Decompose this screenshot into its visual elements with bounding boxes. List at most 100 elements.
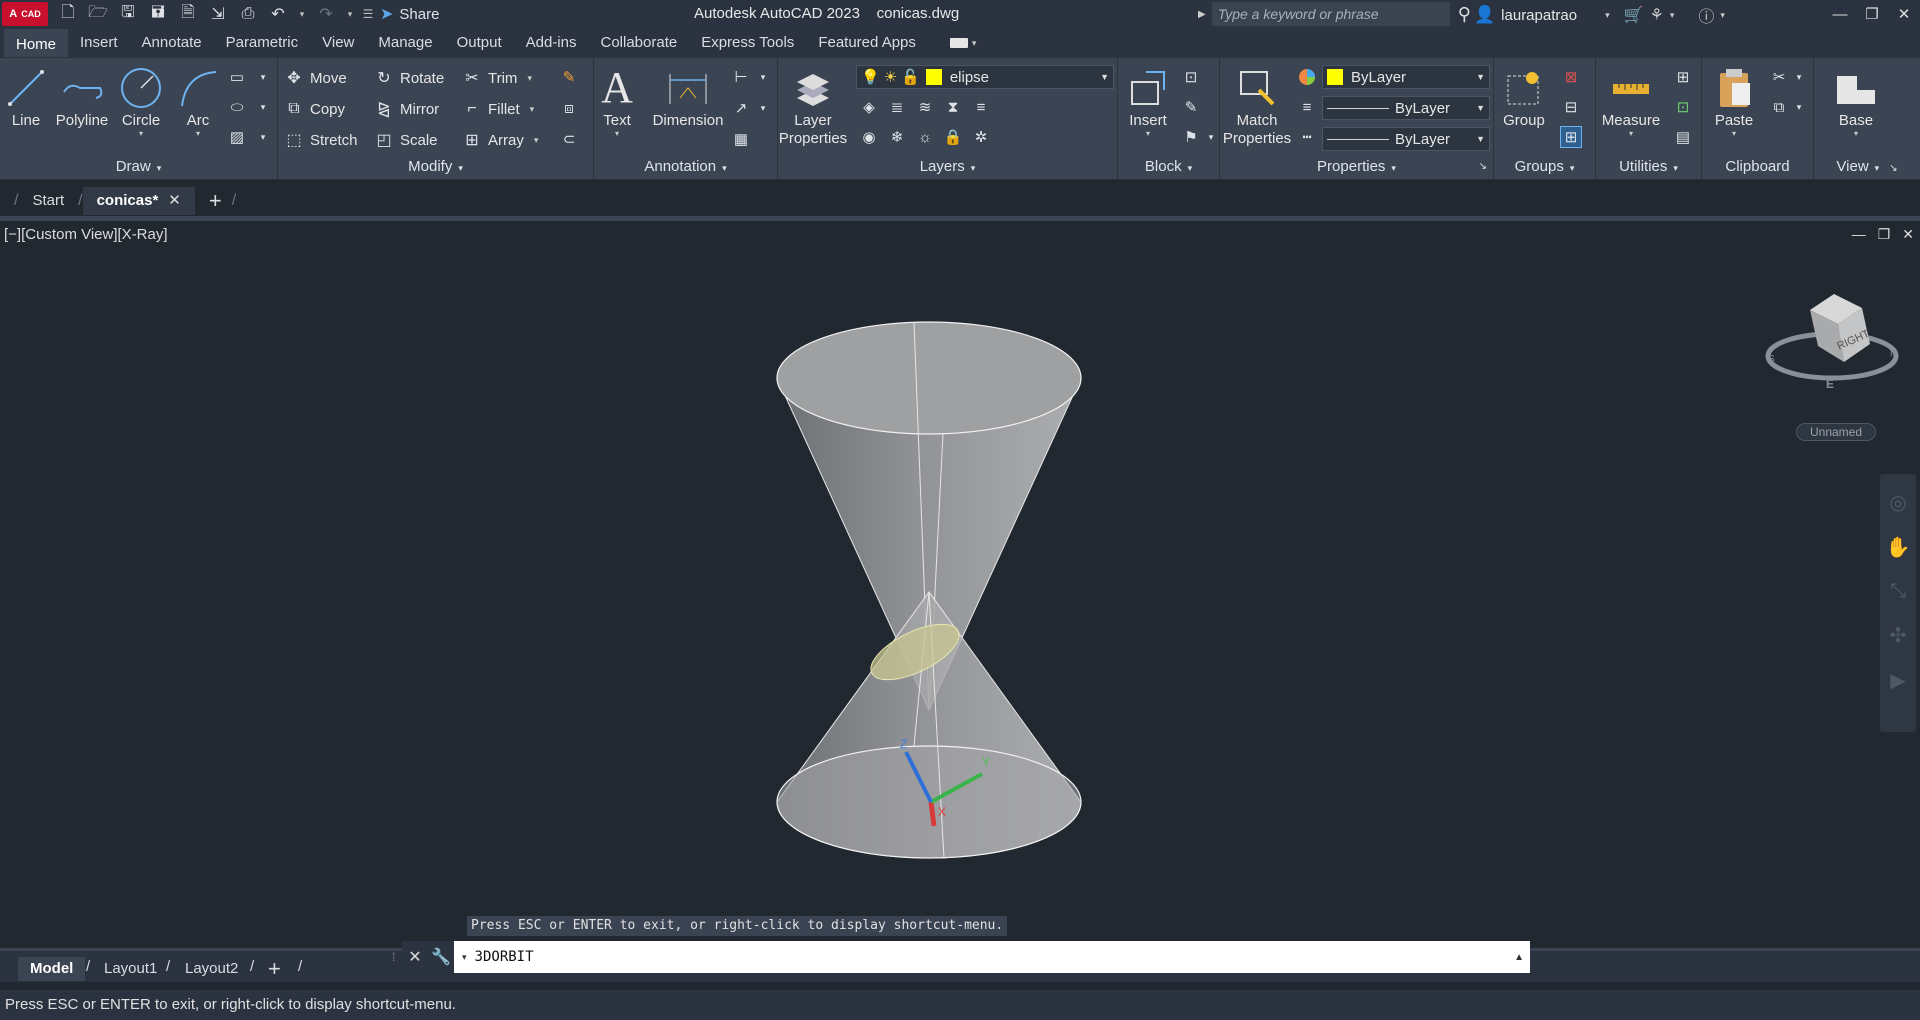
edit-attributes-icon[interactable]: ⚑ <box>1180 126 1202 148</box>
utilities-panel-title[interactable]: Utilities ▾ <box>1596 156 1701 178</box>
close-icon[interactable]: ✕ <box>1888 0 1920 28</box>
viewcube[interactable]: RIGHT S N E <box>1762 290 1902 400</box>
offset-icon[interactable]: ⊂ <box>558 128 580 150</box>
annotation-panel-title[interactable]: Annotation ▾ <box>594 156 777 178</box>
dialog-launcher-icon[interactable]: ↘ <box>1889 163 1897 174</box>
ribbon-minimize-toggle[interactable]: ▾ <box>949 36 982 50</box>
tab-start[interactable]: Start <box>18 187 78 215</box>
tab-conicas[interactable]: conicas* ✕ <box>82 187 195 215</box>
ungroup-icon[interactable]: ⊠ <box>1560 66 1582 88</box>
search-icon[interactable]: ⚲ <box>1458 4 1471 25</box>
chevron-down-icon[interactable]: ▾ <box>252 66 274 88</box>
explode-icon[interactable]: ⧈ <box>558 97 580 119</box>
tab-insert[interactable]: Insert <box>68 29 130 57</box>
customize-qat-icon[interactable]: ☰ <box>362 3 374 25</box>
restore-icon[interactable]: ❐ <box>1878 226 1891 243</box>
minimize-icon[interactable]: — <box>1852 226 1866 243</box>
block-panel-title[interactable]: Block ▾ <box>1118 156 1219 178</box>
recent-commands-icon[interactable]: ▾ <box>462 952 467 963</box>
fillet-button[interactable]: ⌐ Fillet ▾ <box>462 97 534 121</box>
chevron-down-icon[interactable]: ▾ <box>1788 96 1810 118</box>
ellipse-icon[interactable]: ⬭ <box>226 96 248 118</box>
double-cone-model[interactable] <box>776 321 1082 859</box>
copy-clip-icon[interactable]: ⧉ <box>1768 96 1790 118</box>
save-icon[interactable]: 🖫 <box>116 3 140 25</box>
tab-home[interactable]: Home <box>4 29 69 57</box>
restore-icon[interactable]: ❐ <box>1856 0 1888 28</box>
tab-model[interactable]: Model <box>18 957 86 981</box>
new-tab-icon[interactable]: + <box>209 188 222 214</box>
dimension-button[interactable]: Dimension <box>652 64 724 130</box>
tab-view[interactable]: View <box>310 29 366 57</box>
search-expand-icon[interactable]: ▶ <box>1198 9 1206 20</box>
search-input[interactable] <box>1211 2 1450 26</box>
command-input[interactable] <box>474 949 1375 965</box>
layer-match-icon[interactable]: ≣ <box>886 96 908 118</box>
stretch-button[interactable]: ⬚ Stretch <box>284 128 357 152</box>
scale-button[interactable]: ◰ Scale <box>374 128 437 152</box>
share-button[interactable]: ➤ Share <box>380 4 439 24</box>
steering-wheel-icon[interactable]: ◎ <box>1889 490 1906 515</box>
tab-parametric[interactable]: Parametric <box>214 29 311 57</box>
tab-layout2[interactable]: Layout2 <box>185 957 238 981</box>
tab-express-tools[interactable]: Express Tools <box>689 29 806 57</box>
undo-dropdown-icon[interactable]: ▾ <box>296 3 308 25</box>
calculator-icon[interactable]: ▤ <box>1672 126 1694 148</box>
undo-icon[interactable]: ↶ <box>266 3 290 25</box>
circle-button[interactable]: Circle ▾ <box>118 64 164 138</box>
base-button[interactable]: Base ▾ <box>1828 64 1884 138</box>
zoom-icon[interactable]: ⤡ <box>1890 580 1906 603</box>
chevron-down-icon[interactable]: ▾ <box>196 130 200 138</box>
viewport-label[interactable]: [−][Custom View][X-Ray] <box>4 226 168 243</box>
text-button[interactable]: A Text ▾ <box>600 64 634 138</box>
polyline-button[interactable]: Polyline <box>52 64 112 130</box>
properties-panel-title[interactable]: Properties ▾ ↘ <box>1220 156 1493 178</box>
quick-select-icon[interactable]: ⊞ <box>1672 66 1694 88</box>
autocad-logo[interactable]: A CAD <box>2 2 48 26</box>
linear-dimension-icon[interactable]: ⊢ <box>730 66 752 88</box>
tab-layout1[interactable]: Layout1 <box>104 957 157 981</box>
group-button[interactable]: Group <box>1498 64 1550 130</box>
move-button[interactable]: ✥ Move <box>284 66 346 90</box>
cut-icon[interactable]: ✂ <box>1768 66 1790 88</box>
mirror-button[interactable]: ⧎ Mirror <box>374 97 439 121</box>
user-dropdown-icon[interactable]: ▾ <box>1605 10 1610 21</box>
draw-panel-title[interactable]: Draw ▾ <box>0 156 277 178</box>
ucs-menu-button[interactable]: Unnamed <box>1796 423 1876 441</box>
rectangle-icon[interactable]: ▭ <box>226 66 248 88</box>
save-as-icon[interactable]: 🖬 <box>146 3 170 25</box>
save-web-icon[interactable]: ⇲ <box>206 3 230 25</box>
add-layout-icon[interactable]: + <box>268 957 281 981</box>
grip-handle-icon[interactable]: ⁞ <box>392 950 402 964</box>
erase-icon[interactable]: ✎ <box>558 66 580 88</box>
group-edit-icon[interactable]: ⊟ <box>1560 96 1582 118</box>
close-icon[interactable]: ✕ <box>168 192 181 209</box>
open-file-icon[interactable]: 🗁 <box>86 3 110 25</box>
select-all-icon[interactable]: ⊡ <box>1672 96 1694 118</box>
array-button[interactable]: ⊞ Array ▾ <box>462 128 538 152</box>
measure-button[interactable]: Measure ▾ <box>1598 64 1664 138</box>
chevron-down-icon[interactable]: ▾ <box>752 66 774 88</box>
user-icon[interactable]: 👤 <box>1474 5 1495 25</box>
drawing-canvas[interactable]: X Y Z <box>0 222 1920 946</box>
layer-dropdown[interactable]: 💡 ☀ 🔓 elipse ▼ <box>856 65 1114 89</box>
cart-icon[interactable]: 🛒 <box>1624 5 1644 25</box>
insert-button[interactable]: Insert ▾ <box>1122 64 1174 138</box>
pan-icon[interactable]: ✋ <box>1886 535 1911 560</box>
tab-output[interactable]: Output <box>445 29 514 57</box>
redo-icon[interactable]: ↷ <box>314 3 338 25</box>
layers-panel-title[interactable]: Layers ▾ <box>778 156 1117 178</box>
layer-off-icon[interactable]: ◉ <box>858 126 880 148</box>
layer-previous-icon[interactable]: ≋ <box>914 96 936 118</box>
chevron-up-icon[interactable]: ▲ <box>1514 952 1524 963</box>
create-block-icon[interactable]: ⊡ <box>1180 66 1202 88</box>
chevron-down-icon[interactable]: ▾ <box>252 96 274 118</box>
paste-button[interactable]: Paste ▾ <box>1706 64 1762 138</box>
line-button[interactable]: Line <box>8 64 44 130</box>
new-file-icon[interactable]: 🗋 <box>56 3 80 25</box>
command-input-box[interactable]: ▾ ▲ <box>454 941 1530 973</box>
close-icon[interactable]: ✕ <box>1902 226 1914 243</box>
layer-freeze-icon[interactable]: ❄ <box>886 126 908 148</box>
clipboard-panel-title[interactable]: Clipboard <box>1702 156 1813 178</box>
group-select-icon[interactable]: ⊞ <box>1560 126 1582 148</box>
